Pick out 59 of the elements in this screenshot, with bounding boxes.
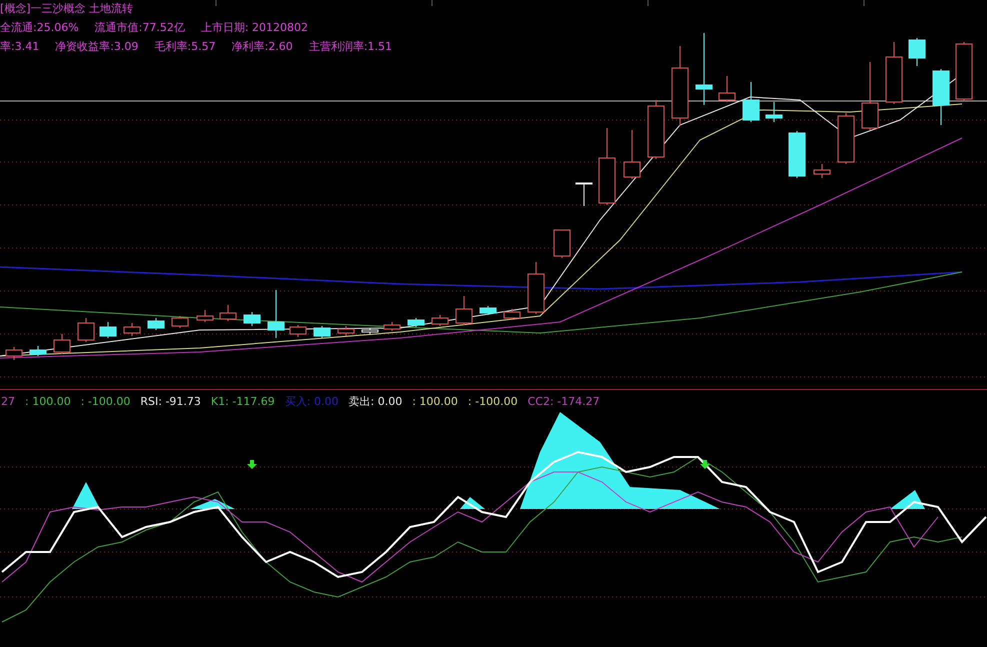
- indicator-value: RSI: -91.73: [140, 394, 201, 408]
- indicator-value: 卖出: 0.00: [348, 394, 402, 408]
- candlestick: [648, 100, 664, 160]
- indicator-value: : 100.00: [412, 394, 458, 408]
- candlestick: [220, 304, 236, 322]
- stat-text: 全流通:25.06%: [0, 20, 79, 35]
- candlestick: [338, 326, 354, 336]
- candlestick: [314, 326, 330, 338]
- candlestick: [432, 314, 448, 326]
- indicator-value: CC2: -174.27: [528, 394, 600, 408]
- stat-text: 上市日期: 20120802: [200, 20, 308, 35]
- stat-text: 主营利润率:1.51: [308, 39, 392, 54]
- candlestick: [78, 318, 94, 342]
- candlestick: [6, 346, 22, 360]
- candlestick: [554, 230, 570, 258]
- candlestick: [718, 76, 736, 102]
- candlestick: [788, 130, 806, 178]
- candlestick: [480, 306, 496, 316]
- stat-text: 率:3.41: [0, 39, 40, 54]
- candlestick: [100, 322, 116, 338]
- candlestick: [362, 328, 378, 334]
- stat-text: 流通市值:77.52亿: [94, 20, 185, 35]
- candlestick: [624, 130, 640, 180]
- candlestick: [54, 334, 70, 354]
- stat-text: 净资收益率:3.09: [55, 39, 138, 54]
- candlestick: [742, 82, 760, 122]
- candlestick: [886, 42, 902, 104]
- candlestick: [290, 324, 306, 338]
- indicator-value: K1: -117.69: [210, 394, 275, 408]
- candlestick: [196, 310, 214, 322]
- candlestick: [456, 296, 472, 326]
- concept-text: [概念]一三沙概念 土地流转: [0, 1, 134, 16]
- down-arrow-icon: [700, 460, 710, 469]
- candlestick: [30, 346, 46, 356]
- candlestick: [576, 182, 592, 206]
- candlestick: [932, 68, 950, 126]
- candlestick: [244, 312, 260, 326]
- candlestick: [268, 290, 284, 338]
- candlestick: [504, 308, 520, 320]
- candlestick: [956, 42, 972, 102]
- stat-text: 净利率:2.60: [232, 39, 293, 54]
- stat-text: 毛利率:5.57: [154, 39, 216, 54]
- candlestick: [528, 262, 544, 314]
- candlestick: [766, 102, 782, 122]
- candlestick: [408, 318, 424, 328]
- indicator-value: 27: [1, 394, 15, 408]
- down-arrow-icon: [247, 460, 257, 469]
- candlestick: [862, 62, 878, 130]
- indicator-value: : -100.00: [80, 394, 130, 408]
- candlestick: [148, 318, 164, 330]
- candlestick: [838, 112, 854, 164]
- candlestick: [384, 322, 400, 332]
- candlestick: [908, 38, 926, 66]
- indicator-value: 买入: 0.00: [284, 394, 338, 408]
- candlestick: [172, 316, 188, 328]
- candlestick: [814, 164, 830, 178]
- candlestick: [124, 322, 140, 336]
- indicator-value: : -100.00: [468, 394, 518, 408]
- indicator-value: : 100.00: [25, 394, 71, 408]
